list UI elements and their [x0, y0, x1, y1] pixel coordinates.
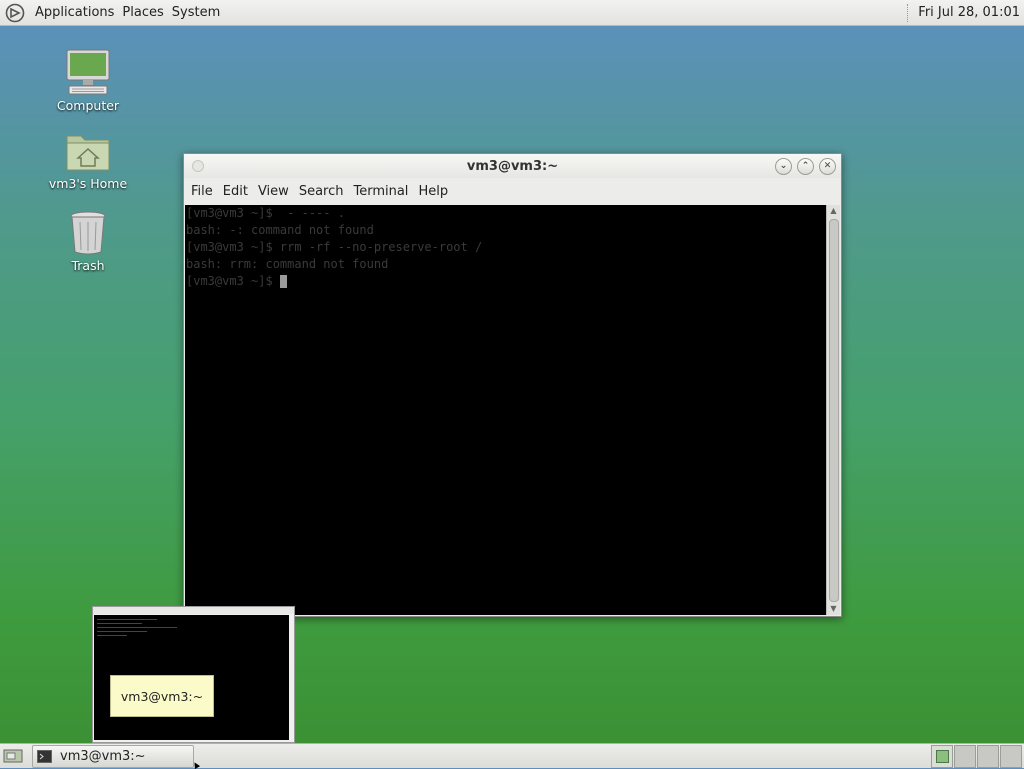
terminal-cursor [279, 275, 287, 288]
terminal-prompt: [vm3@vm3 ~]$ [186, 274, 280, 288]
terminal-line: bash: -: command not found [186, 223, 374, 237]
window-title: vm3@vm3:~ [466, 158, 559, 174]
workspace-3[interactable] [977, 745, 999, 768]
show-desktop-icon [3, 749, 23, 763]
applications-menu[interactable]: Applications [31, 5, 118, 20]
desktop-icon-label: Trash [71, 258, 105, 273]
menu-file[interactable]: File [186, 184, 218, 199]
window-titlebar[interactable]: vm3@vm3:~ ⌄ ⌃ ✕ [184, 154, 841, 178]
terminal-scrollbar[interactable]: ▲ ▼ [826, 205, 840, 615]
desktop-icon-computer[interactable]: Computer [38, 48, 138, 113]
workspace-4[interactable] [1000, 745, 1022, 768]
scroll-up-icon[interactable]: ▲ [827, 205, 840, 217]
desktop-icon-trash[interactable]: Trash [38, 210, 138, 273]
terminal-window[interactable]: vm3@vm3:~ ⌄ ⌃ ✕ File Edit View Search Te… [183, 153, 842, 617]
desktop-icon-label: vm3's Home [48, 176, 128, 191]
workspace-switcher [931, 745, 1022, 768]
window-preview-thumbnail[interactable]: vm3@vm3:~ [92, 606, 295, 743]
taskbar-task-label: vm3@vm3:~ [60, 748, 146, 764]
preview-menubar [93, 607, 294, 614]
terminal-line: bash: rrm: command not found [186, 257, 389, 271]
close-icon[interactable]: ✕ [819, 158, 836, 175]
menu-terminal[interactable]: Terminal [348, 184, 413, 199]
terminal-icon [37, 749, 52, 763]
panel-separator [907, 3, 912, 22]
trash-icon [70, 211, 106, 255]
bottom-panel: vm3@vm3:~ [0, 743, 1024, 768]
terminal-menubar: File Edit View Search Terminal Help [184, 178, 841, 204]
workspace-1[interactable] [931, 745, 953, 768]
terminal-prompt-line: [vm3@vm3 ~]$ [185, 273, 827, 290]
window-controls: ⌄ ⌃ ✕ [775, 158, 836, 175]
scrollbar-thumb[interactable] [829, 219, 839, 602]
distro-logo-icon[interactable] [5, 3, 25, 23]
places-menu[interactable]: Places [118, 5, 167, 20]
scroll-down-icon[interactable]: ▼ [827, 603, 840, 615]
minimize-icon[interactable]: ⌄ [775, 158, 792, 175]
menu-search[interactable]: Search [294, 184, 349, 199]
terminal-line: [vm3@vm3 ~]$ rrm -rf --no-preserve-root … [186, 240, 483, 254]
workspace-2[interactable] [954, 745, 976, 768]
window-tooltip: vm3@vm3:~ [110, 675, 214, 717]
menu-edit[interactable]: Edit [218, 184, 253, 199]
home-folder-icon [66, 135, 110, 171]
taskbar-terminal-button[interactable]: vm3@vm3:~ [32, 744, 194, 768]
maximize-icon[interactable]: ⌃ [797, 158, 814, 175]
terminal-line: [vm3@vm3 ~]$ - ---- . [186, 206, 345, 220]
clock[interactable]: Fri Jul 28, 01:01 [918, 5, 1020, 20]
menu-view[interactable]: View [253, 184, 294, 199]
workspace-window-icon [935, 750, 949, 763]
system-menu[interactable]: System [168, 5, 224, 20]
window-menu-icon[interactable] [192, 160, 204, 172]
desktop-icon-label: Computer [56, 98, 120, 113]
menu-help[interactable]: Help [413, 184, 453, 199]
top-panel: Applications Places System Fri Jul 28, 0… [0, 0, 1024, 26]
show-desktop-button[interactable] [2, 747, 24, 765]
terminal-output[interactable]: [vm3@vm3 ~]$ - ---- . bash: -: command n… [185, 205, 827, 615]
computer-icon [66, 49, 110, 95]
desktop-icon-home[interactable]: vm3's Home [38, 130, 138, 191]
